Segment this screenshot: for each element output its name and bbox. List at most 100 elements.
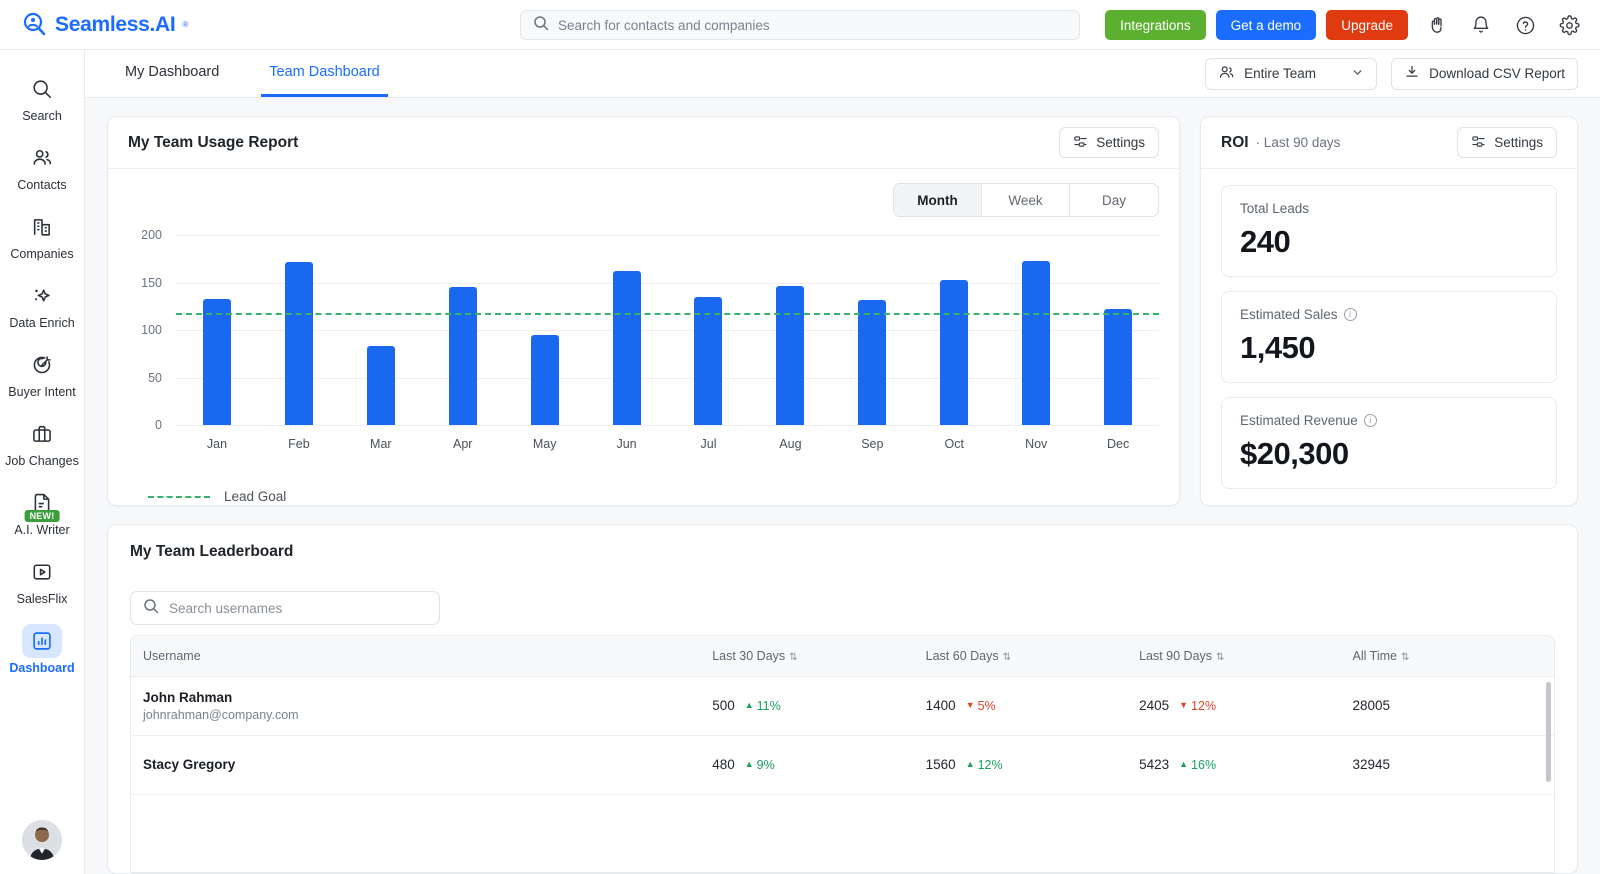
chart-bar-apr[interactable]	[449, 287, 477, 425]
column-header-all-time[interactable]: All Time⇅	[1341, 636, 1554, 676]
delta-up: ▲11%	[745, 699, 781, 713]
delta-down: ▼5%	[966, 699, 996, 713]
building-icon	[22, 210, 62, 244]
tabs-right-controls: Entire Team Download CSV Report	[1205, 58, 1578, 90]
search-input[interactable]	[558, 18, 1067, 33]
username-search-input[interactable]	[169, 601, 427, 616]
chart-x-tick-label: Nov	[995, 437, 1077, 451]
tab-my-dashboard[interactable]: My Dashboard	[117, 50, 227, 97]
chart-lead-goal-line	[176, 313, 1159, 315]
caret-up-icon: ▲	[745, 701, 754, 710]
chart-bar-nov[interactable]	[1022, 261, 1050, 425]
chart-bar-oct[interactable]	[940, 280, 968, 425]
global-search[interactable]	[520, 10, 1080, 40]
help-circle-icon[interactable]	[1510, 10, 1540, 40]
chart-bar-feb[interactable]	[285, 262, 313, 425]
integrations-button[interactable]: Integrations	[1105, 10, 1206, 40]
sidebar-item-label: Buyer Intent	[8, 385, 75, 399]
chart-x-tick-label: Feb	[258, 437, 340, 451]
info-circle-icon[interactable]: i	[1364, 414, 1377, 427]
info-circle-icon[interactable]: i	[1344, 308, 1357, 321]
username-search[interactable]	[130, 591, 440, 625]
target-icon	[22, 348, 62, 382]
roi-settings-button[interactable]: Settings	[1457, 127, 1557, 158]
download-csv-button[interactable]: Download CSV Report	[1391, 58, 1578, 90]
roi-card-header: ROI · Last 90 days Settings	[1201, 117, 1577, 169]
user-name: John Rahman	[143, 690, 688, 705]
tab-team-dashboard[interactable]: Team Dashboard	[261, 50, 387, 97]
team-selector-label: Entire Team	[1244, 66, 1316, 81]
sidebar-item-label: Data Enrich	[9, 316, 74, 330]
chart-bar-jan[interactable]	[203, 299, 231, 425]
sidebar-item-salesflix[interactable]: SalesFlix	[0, 547, 85, 616]
vertical-scrollbar[interactable]	[1546, 682, 1551, 782]
cell-all-time: 32945	[1341, 735, 1554, 794]
chart-x-tick-label: Sep	[831, 437, 913, 451]
hand-wave-icon[interactable]	[1422, 10, 1452, 40]
column-header-last-90-days[interactable]: Last 90 Days⇅	[1127, 636, 1340, 676]
search-icon	[533, 15, 549, 36]
upgrade-button[interactable]: Upgrade	[1326, 10, 1408, 40]
period-option-month[interactable]: Month	[894, 184, 982, 216]
metric-number: 1400	[926, 698, 956, 713]
contacts-people-icon	[22, 141, 62, 175]
chart-x-tick-label: Jun	[586, 437, 668, 451]
value-with-delta: 2405▼12%	[1139, 698, 1328, 713]
chart-y-tick-label: 100	[128, 323, 162, 337]
bell-icon[interactable]	[1466, 10, 1496, 40]
delta-up: ▲16%	[1179, 758, 1216, 772]
sidebar-item-dashboard[interactable]: Dashboard	[0, 616, 85, 685]
chart-bar-cell	[913, 235, 995, 425]
column-header-username: Username	[131, 636, 700, 676]
metric-total-leads: Total Leads 240	[1221, 185, 1557, 277]
cell-username: Stacy Gregory	[131, 735, 700, 794]
cell-last-90-days: 5423 ▲16%	[1127, 735, 1340, 794]
chart-bar-jun[interactable]	[613, 271, 641, 425]
gear-icon[interactable]	[1554, 10, 1584, 40]
table-row[interactable]: Stacy Gregory480▲9%1560▲12%5423▲16%32945	[131, 735, 1554, 794]
usage-settings-button[interactable]: Settings	[1059, 127, 1159, 158]
period-option-week[interactable]: Week	[982, 184, 1070, 216]
chart-x-tick-label: Oct	[913, 437, 995, 451]
chart-bar-aug[interactable]	[776, 286, 804, 425]
sidebar: Search Contacts	[0, 50, 85, 874]
chart-y-tick-label: 150	[128, 276, 162, 290]
chart-legend: Lead Goal	[148, 489, 286, 504]
value-with-delta: 500▲11%	[712, 698, 901, 713]
sidebar-item-search[interactable]: Search	[0, 64, 85, 133]
team-selector-dropdown[interactable]: Entire Team	[1205, 58, 1377, 90]
chart-bars	[176, 235, 1159, 425]
sidebar-item-ai-writer[interactable]: NEW! A.I. Writer	[0, 478, 85, 547]
usage-card-title: My Team Usage Report	[128, 134, 298, 152]
sliders-icon	[1073, 134, 1088, 152]
roi-card: ROI · Last 90 days Settings	[1200, 116, 1578, 506]
cell-username: John Rahmanjohnrahman@company.com	[131, 676, 700, 735]
roi-metrics: Total Leads 240 Estimated Sales i 1,450	[1201, 169, 1577, 505]
chart-bar-may[interactable]	[531, 335, 559, 425]
get-a-demo-button[interactable]: Get a demo	[1216, 10, 1317, 40]
sidebar-item-label: Contacts	[17, 178, 66, 192]
table-row[interactable]: John Rahmanjohnrahman@company.com 500▲11%…	[131, 676, 1554, 735]
avatar[interactable]	[22, 820, 62, 860]
sidebar-item-data-enrich[interactable]: Data Enrich	[0, 271, 85, 340]
main-area: My Dashboard Team Dashboard Entire Team	[85, 50, 1600, 874]
chart-bar-sep[interactable]	[858, 300, 886, 425]
sidebar-item-buyer-intent[interactable]: Buyer Intent	[0, 340, 85, 409]
column-header-last-30-days[interactable]: Last 30 Days⇅	[700, 636, 913, 676]
period-option-day[interactable]: Day	[1070, 184, 1158, 216]
delta-percent: 11%	[757, 699, 781, 713]
sidebar-item-job-changes[interactable]: Job Changes	[0, 409, 85, 478]
delta-up: ▲12%	[966, 758, 1003, 772]
chart-bar-mar[interactable]	[367, 346, 395, 425]
chart-bar-jul[interactable]	[694, 297, 722, 425]
sidebar-item-contacts[interactable]: Contacts	[0, 133, 85, 202]
sidebar-item-companies[interactable]: Companies	[0, 202, 85, 271]
brand-logo[interactable]: Seamless.AI ®	[0, 12, 300, 38]
column-label: Username	[143, 649, 201, 663]
chart-bar-dec[interactable]	[1104, 309, 1132, 425]
column-header-last-60-days[interactable]: Last 60 Days⇅	[914, 636, 1127, 676]
app-body: Search Contacts	[0, 50, 1600, 874]
metric-number: 5423	[1139, 757, 1169, 772]
download-csv-label: Download CSV Report	[1429, 66, 1565, 81]
metric-label: Estimated Sales i	[1240, 307, 1538, 322]
